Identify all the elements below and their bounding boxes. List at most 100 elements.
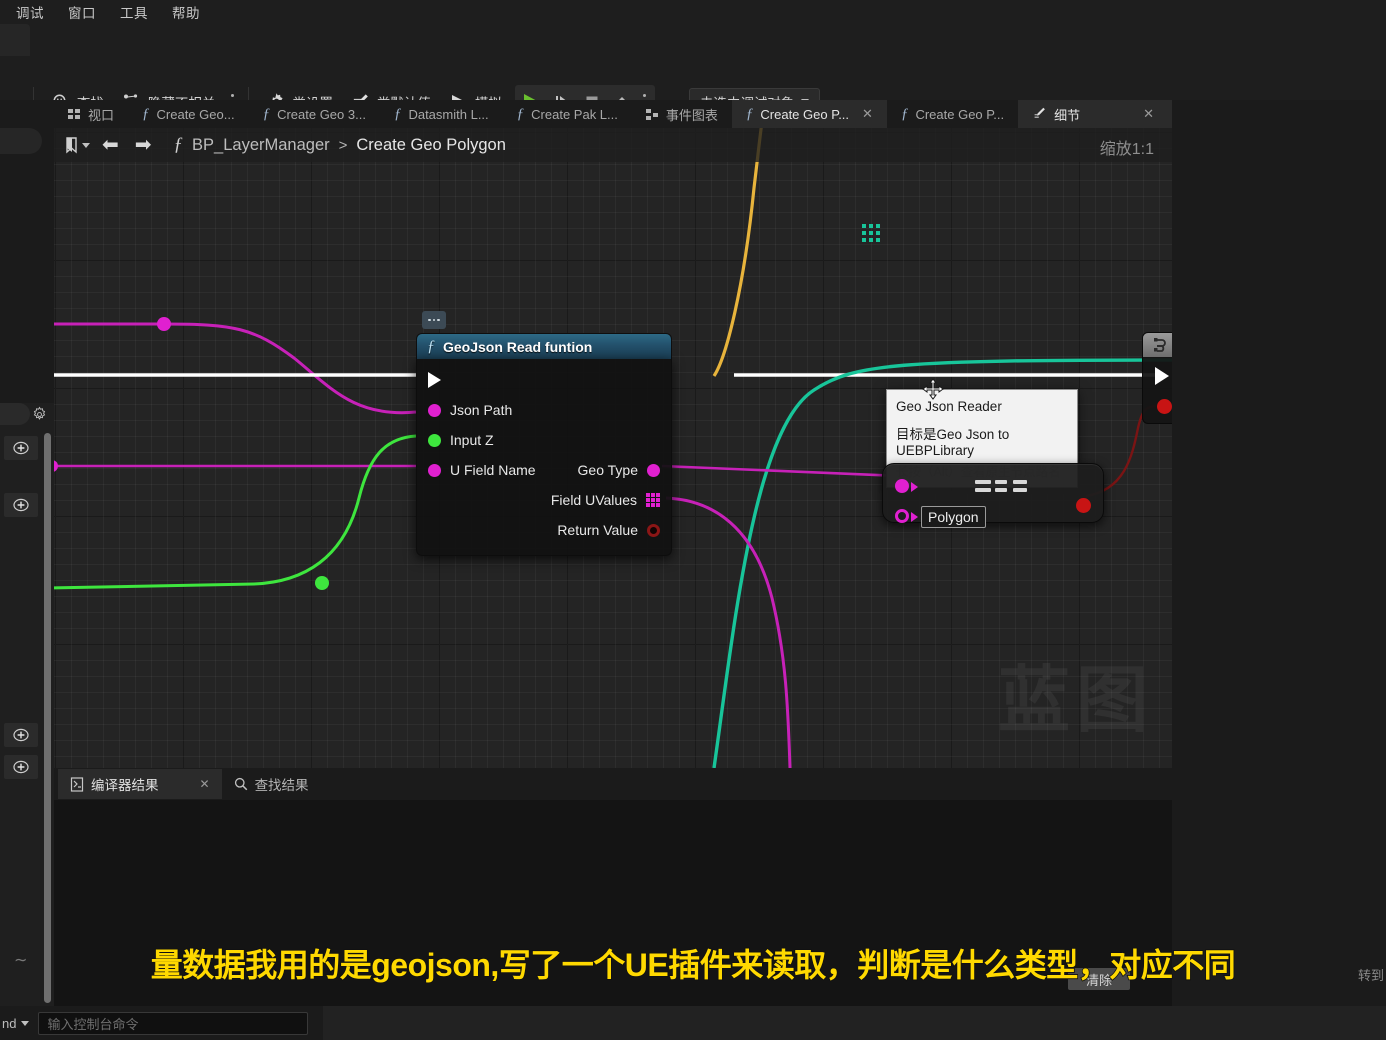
console-mode-label: nd (2, 1015, 17, 1031)
bottom-dock-panel: 编译器结果 ✕ 查找结果 清除 (54, 768, 1172, 1008)
node-comment-bubble-icon[interactable] (422, 311, 446, 329)
geo-type-pin[interactable] (647, 463, 660, 477)
node-input-row[interactable]: Json Path (417, 395, 671, 425)
menu-item-help[interactable]: 帮助 (160, 0, 212, 24)
tab-label: Create Geo... (156, 106, 235, 122)
function-icon: ƒ (393, 105, 402, 122)
equal-input-b-arrow-icon (911, 512, 918, 522)
gear-icon[interactable] (31, 406, 48, 428)
function-icon: ƒ (142, 105, 150, 122)
wire-reroute-marker (862, 224, 880, 242)
close-icon[interactable]: ✕ (862, 106, 873, 122)
node-output-row[interactable]: Field UValues (417, 485, 671, 515)
geojson-read-function-node[interactable]: ƒ GeoJson Read funtion Json Path Input Z… (416, 311, 1078, 556)
forward-button[interactable]: ➡ (131, 135, 156, 155)
tab-create-geo[interactable]: ƒ Create Geo... (128, 100, 249, 128)
breadcrumb: ƒ BP_LayerManager > Create Geo Polygon (174, 134, 506, 156)
flow-control-node-header[interactable] (1143, 333, 1172, 357)
tab-details[interactable]: 细节 ✕ (1018, 100, 1183, 128)
tab-create-geo-polygon-active[interactable]: ƒ Create Geo P... ✕ (731, 100, 887, 128)
node-header[interactable]: ƒ GeoJson Read funtion (416, 333, 672, 359)
blueprint-graph-canvas[interactable]: 蓝图 ƒ GeoJson Read funtion Json Path Inpu… (54, 128, 1172, 768)
tab-label: 事件图表 (665, 107, 718, 123)
left-sidebar: ∼ (0, 128, 54, 1008)
sidebar-collapse-pill[interactable] (0, 403, 30, 425)
node-body: Json Path Input Z U Field Name Geo Type … (416, 359, 672, 556)
field-uvalues-array-pin[interactable] (646, 493, 660, 507)
breadcrumb-root[interactable]: BP_LayerManager (192, 136, 330, 155)
my-blueprint-panel: ∼ (0, 403, 54, 1008)
menu-item-debug[interactable]: 调试 (4, 0, 56, 24)
node-title: GeoJson Read funtion (443, 338, 593, 355)
function-icon: ƒ (262, 105, 271, 122)
pencil-icon (1032, 106, 1047, 123)
compiler-results-icon (70, 776, 84, 792)
bookmark-button[interactable] (64, 136, 90, 154)
tab-find-results[interactable]: 查找结果 (222, 769, 321, 799)
zoom-level-label: 缩放1:1 (1099, 141, 1154, 158)
flow-control-node[interactable] (1142, 332, 1172, 424)
json-path-pin[interactable] (428, 403, 441, 417)
add-variable-button-1[interactable] (4, 436, 38, 460)
node-input-row[interactable]: Input Z (417, 425, 671, 455)
polygon-value-input[interactable]: Polygon (921, 506, 986, 528)
input-z-pin[interactable] (428, 433, 441, 447)
console-command-input[interactable]: 输入控制台命令 (38, 1011, 309, 1035)
add-variable-button-2[interactable] (4, 493, 38, 517)
u-field-name-pin[interactable] (428, 463, 441, 477)
tab-datasmith-l[interactable]: ƒ Datasmith L... (380, 100, 503, 128)
console-mode-dropdown[interactable]: nd (0, 1015, 30, 1031)
clear-button[interactable]: 清除 (1068, 968, 1130, 990)
console-placeholder: 输入控制台命令 (47, 1016, 139, 1032)
menu-item-window[interactable]: 窗口 (56, 0, 108, 24)
close-icon[interactable]: ✕ (200, 777, 210, 791)
search-icon (234, 777, 247, 791)
menu-item-tools[interactable]: 工具 (108, 0, 160, 24)
bottom-tab-label: 查找结果 (254, 778, 309, 793)
output-label: Geo Type (577, 462, 638, 478)
tab-compiler-results[interactable]: 编译器结果 ✕ (58, 769, 222, 799)
node-input-row[interactable]: U Field Name Geo Type (417, 455, 671, 485)
tab-create-pak-l[interactable]: ƒ Create Pak L... (503, 100, 632, 128)
details-panel: 转到 (1172, 100, 1386, 1008)
branch-icon (1154, 338, 1166, 352)
chevron-down-icon (21, 1020, 30, 1026)
close-icon[interactable]: ✕ (1143, 106, 1154, 122)
bottom-panel-body: 清除 (54, 800, 1172, 1008)
tab-event-graph[interactable]: 事件图表 (632, 100, 732, 128)
tooltip-subtitle: 目标是Geo Json to UEBPLibrary (896, 427, 1010, 458)
sidebar-resize-handle[interactable]: ∼ (14, 950, 27, 970)
goto-label[interactable]: 转到 (1358, 965, 1384, 984)
tab-label: 视口 (88, 107, 115, 123)
tab-create-geo-3[interactable]: ƒ Create Geo 3... (249, 100, 380, 128)
bottom-panel-tabs: 编译器结果 ✕ 查找结果 (54, 768, 1172, 800)
flow-output-pin[interactable] (1157, 399, 1172, 414)
output-label: Field UValues (550, 492, 637, 508)
toolbar-tab-stub (0, 24, 30, 56)
exec-in-pin[interactable] (428, 372, 441, 388)
sidebar-collapse-pill-top[interactable] (0, 128, 42, 154)
breadcrumb-leaf[interactable]: Create Geo Polygon (356, 136, 506, 155)
flow-exec-in-pin[interactable] (1155, 367, 1169, 385)
sidebar-scrollbar[interactable] (44, 433, 51, 1003)
string-equal-node[interactable]: Polygon (882, 463, 1104, 528)
add-variable-button-4[interactable] (4, 755, 38, 779)
function-icon: ƒ (516, 105, 525, 122)
return-value-pin[interactable] (647, 523, 660, 537)
tab-label: Create Geo P... (915, 106, 1005, 122)
back-button[interactable]: ⬅ (98, 135, 123, 155)
equal-output-pin[interactable] (1076, 498, 1091, 513)
node-exec-in-row[interactable] (417, 365, 671, 395)
node-output-row[interactable]: Return Value (417, 515, 671, 545)
equal-input-a-pin[interactable] (895, 479, 909, 493)
function-icon: ƒ (900, 105, 909, 122)
menu-bar: 调试 窗口 工具 帮助 (0, 0, 1386, 24)
add-variable-button-3[interactable] (4, 723, 38, 747)
tab-label: Create Geo P... (760, 106, 850, 122)
tab-label: 细节 (1054, 107, 1081, 123)
tab-viewport[interactable]: 视口 (54, 100, 128, 128)
console-output-area (323, 1006, 1386, 1040)
tab-create-geo-polygon-2[interactable]: ƒ Create Geo P... (887, 100, 1018, 128)
equal-input-b-pin[interactable] (895, 509, 909, 523)
function-icon: ƒ (427, 337, 435, 355)
